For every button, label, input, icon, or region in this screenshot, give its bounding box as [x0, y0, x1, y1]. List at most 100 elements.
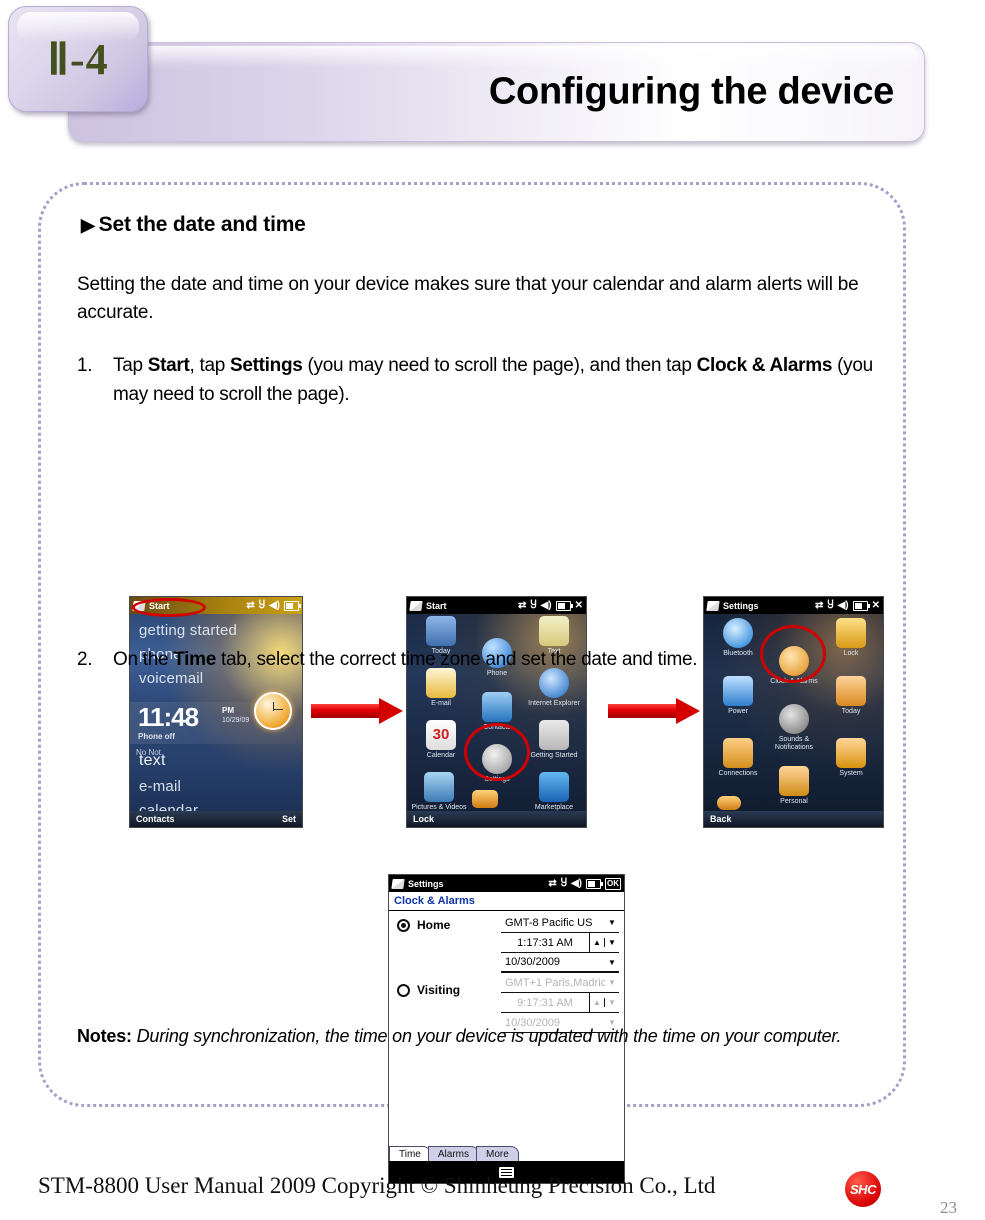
start-tile-internet-explorer[interactable]: Internet Explorer: [524, 668, 584, 708]
close-icon[interactable]: ✕: [872, 600, 880, 611]
battery-icon: [555, 600, 573, 611]
clock-alarms-fields: GMT-8 Pacific US ▼ 1:17:31 AM ▲ ▼ 10/30/2…: [501, 913, 619, 1033]
bluetooth-icon: [723, 618, 753, 648]
settings-tile-connections[interactable]: Connections: [708, 738, 768, 778]
marketplace-icon: [539, 772, 569, 802]
settings-status-bar: Settings ⇄ Ⴘ ◀) ✕: [704, 597, 883, 614]
today-item-calendar[interactable]: calendar: [139, 802, 198, 811]
chapter-badge: Ⅱ-4: [8, 6, 148, 112]
connectivity-icon: ⇄: [517, 599, 527, 611]
page-footer: STM-8800 User Manual 2009 Copyright © Sh…: [0, 1165, 985, 1220]
page-title: Configuring the device: [488, 70, 894, 113]
tab-more[interactable]: More: [475, 1146, 519, 1161]
speaker-icon: ◀): [570, 877, 582, 889]
chevron-down-icon: ▼: [608, 957, 616, 967]
home-radio[interactable]: Home: [397, 918, 450, 932]
settings-softkey-left[interactable]: Back: [710, 814, 732, 824]
screenshot-settings-screen: Settings ⇄ Ⴘ ◀) ✕ Bluetooth Lock Clock &…: [703, 596, 884, 828]
start-tile-calendar[interactable]: 30 Calendar: [411, 720, 471, 760]
settings-title[interactable]: Settings: [723, 601, 759, 611]
connectivity-icon: ⇄: [246, 599, 255, 611]
media-icon: [472, 790, 498, 808]
visiting-time-field: 9:17:31 AM ▲ ▼: [501, 993, 619, 1013]
step-2: 2. On the Time tab, select the correct t…: [77, 645, 857, 674]
clock-alarms-app-title[interactable]: Settings: [408, 879, 444, 889]
visiting-radio-label: Visiting: [417, 983, 461, 997]
today-item-text[interactable]: text: [139, 752, 166, 770]
settings-softkeys: Back: [704, 811, 883, 827]
home-time-field[interactable]: 1:17:31 AM ▲ ▼: [501, 933, 619, 953]
clock-alarms-tabs: Time Alarms More: [389, 1145, 624, 1161]
home-timezone-select[interactable]: GMT-8 Pacific US ▼: [501, 913, 619, 933]
intro-paragraph: Setting the date and time on your device…: [77, 274, 859, 323]
start-tile-media[interactable]: [467, 790, 503, 810]
settings-tile-sounds-notifications[interactable]: Sounds & Notifications: [764, 704, 824, 752]
start-tile-marketplace[interactable]: Marketplace: [524, 772, 584, 811]
settings-tile-today[interactable]: Today: [821, 676, 881, 716]
today-date: 10/29/09: [222, 717, 250, 724]
sounds-notifications-icon: [779, 704, 809, 734]
settings-tile-personal[interactable]: Personal: [764, 766, 824, 806]
notes-text: During synchronization, the time on your…: [136, 1026, 842, 1046]
chevron-down-icon: ▼: [608, 978, 616, 987]
today-status-bar: Start ⇄ Ⴘ ◀): [130, 597, 302, 614]
page-number: 23: [940, 1198, 957, 1217]
start-tile-contacts[interactable]: Contacts: [467, 692, 527, 732]
clock-alarms-status-bar: Settings ⇄ Ⴘ ◀) OK: [389, 875, 624, 892]
calendar-icon: 30: [426, 720, 456, 750]
spinner-up-icon[interactable]: ▲: [590, 938, 605, 947]
bullet-triangle-icon: ▶: [81, 215, 95, 235]
connections-icon: [723, 738, 753, 768]
start-tile-email[interactable]: E-mail: [411, 668, 471, 708]
start-tile-settings[interactable]: Settings: [467, 744, 527, 784]
today-home-icon: [836, 676, 866, 706]
content-panel: ▶ Set the date and time Setting the date …: [38, 182, 906, 1184]
today-time: 11:48: [138, 702, 199, 732]
start-tile-pictures-videos[interactable]: Pictures & Videos: [409, 772, 469, 811]
spinner-down-icon[interactable]: ▼: [605, 938, 619, 947]
step-1-text: Tap Start, tap Settings (you may need to…: [113, 355, 873, 405]
today-status-icons: ⇄ Ⴘ ◀): [246, 599, 301, 611]
notes-label: Notes:: [77, 1026, 132, 1046]
ok-button[interactable]: OK: [605, 877, 621, 890]
start-menu-status-bar: Start ⇄ Ⴘ ◀) ✕: [407, 597, 586, 614]
flow-arrow-2: [608, 698, 700, 724]
today-softkey-left[interactable]: Contacts: [136, 814, 175, 824]
today-item-getting-started[interactable]: getting started: [139, 622, 237, 639]
today-ampm: PM: [222, 706, 234, 715]
lock-icon: [836, 618, 866, 648]
connectivity-icon: ⇄: [814, 599, 824, 611]
settings-tile-power[interactable]: Power: [708, 676, 768, 716]
today-softkey-right[interactable]: Set: [282, 814, 296, 824]
start-menu-body: Today Text Phone E-mail Internet Explore…: [407, 614, 586, 811]
windows-flag-icon: [706, 600, 720, 611]
battery-icon: [284, 600, 301, 611]
start-menu-softkeys: Lock: [407, 811, 586, 827]
today-item-email[interactable]: e-mail: [139, 778, 181, 795]
shc-logo-text: SHC: [850, 1181, 876, 1197]
visiting-radio[interactable]: Visiting: [397, 983, 460, 997]
today-start-label[interactable]: Start: [149, 601, 170, 611]
settings-tile-system[interactable]: System: [821, 738, 881, 778]
getting-started-icon: [539, 720, 569, 750]
start-menu-softkey-left[interactable]: Lock: [413, 814, 434, 824]
close-icon[interactable]: ✕: [575, 600, 583, 611]
flow-arrow-1: [311, 698, 403, 724]
battery-icon: [586, 878, 603, 889]
power-battery-icon: [723, 676, 753, 706]
tab-time[interactable]: Time: [389, 1146, 431, 1161]
visiting-timezone-value: GMT+1 Paris,Madrid: [505, 976, 605, 989]
today-icon: [426, 616, 456, 646]
clock-alarms-page-title: Clock & Alarms: [389, 892, 624, 911]
analog-clock-icon: [254, 692, 292, 730]
signal-off-icon: Ⴘ: [560, 877, 567, 889]
home-date-select[interactable]: 10/30/2009 ▼: [501, 953, 619, 973]
speaker-icon: ◀): [837, 599, 849, 611]
signal-off-icon: Ⴘ: [258, 599, 265, 611]
start-menu-title[interactable]: Start: [426, 601, 447, 611]
tab-alarms[interactable]: Alarms: [427, 1146, 479, 1161]
speaker-icon: ◀): [540, 599, 552, 611]
settings-tile-extra[interactable]: [712, 796, 746, 811]
home-time-spinner[interactable]: ▲ ▼: [589, 933, 619, 952]
start-tile-getting-started[interactable]: Getting Started: [524, 720, 584, 760]
